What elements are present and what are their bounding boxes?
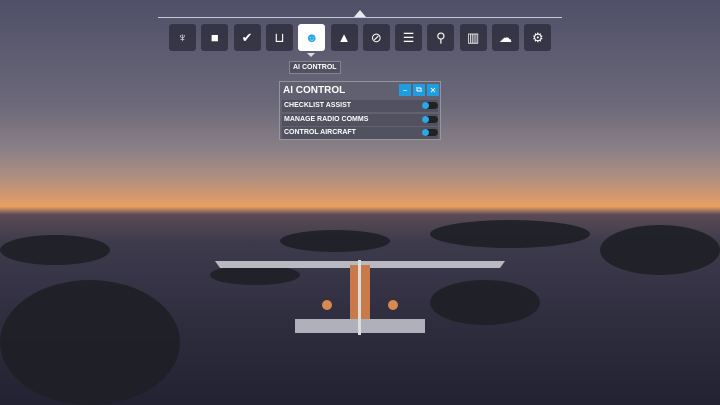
row-label: CHECKLIST ASSIST — [284, 102, 352, 109]
tooltip: AI CONTROL — [289, 61, 341, 74]
settings-button[interactable]: ⚙ — [524, 24, 552, 51]
checklist-button[interactable]: ✔ — [233, 24, 261, 51]
compass-icon: ⊘ — [370, 29, 382, 45]
island — [600, 225, 720, 275]
row-label: MANAGE RADIO COMMS — [284, 116, 369, 123]
radio-comms-row: MANAGE RADIO COMMS — [282, 114, 438, 126]
checklist-icon: ✔ — [241, 29, 253, 45]
row-label: CONTROL AIRCRAFT — [284, 129, 356, 136]
checklist-assist-row: CHECKLIST ASSIST — [282, 100, 438, 112]
marker-icon: ⚲ — [436, 29, 446, 45]
panel-title: AI CONTROL — [283, 85, 346, 96]
controls-icon: ⊔ — [274, 29, 285, 45]
toolbar-collapse-toggle[interactable] — [354, 10, 366, 17]
control-aircraft-toggle[interactable] — [422, 129, 438, 136]
toolbar-divider — [158, 17, 562, 18]
weight-button[interactable]: ▲ — [330, 24, 358, 51]
undock-button[interactable]: ⧉ — [413, 84, 425, 96]
island — [280, 230, 390, 252]
close-button[interactable]: ✕ — [427, 84, 439, 96]
controls-button[interactable]: ⊔ — [265, 24, 293, 51]
checklist-assist-toggle[interactable] — [422, 102, 438, 109]
ai-control-button[interactable]: ☻ — [298, 24, 326, 51]
island — [0, 280, 180, 405]
marker-button[interactable]: ⚲ — [427, 24, 455, 51]
weather-icon: ☁ — [499, 29, 512, 45]
control-aircraft-row: CONTROL AIRCRAFT — [282, 127, 438, 139]
camera-icon: ■ — [210, 30, 219, 45]
objectives-icon: ☰ — [402, 29, 415, 45]
island — [0, 235, 110, 265]
camera-button[interactable]: ■ — [201, 24, 229, 51]
atc-button[interactable]: ♆ — [169, 24, 196, 51]
ai-control-panel: AI CONTROL − ⧉ ✕ CHECKLIST ASSIST MANAGE… — [279, 81, 441, 140]
airplane — [215, 260, 505, 335]
radio-comms-toggle[interactable] — [422, 116, 438, 123]
objectives-button[interactable]: ☰ — [395, 24, 423, 51]
minimize-button[interactable]: − — [399, 84, 411, 96]
island — [430, 220, 590, 248]
ai-control-icon: ☻ — [304, 30, 319, 45]
map-icon: ▥ — [467, 29, 480, 45]
compass-button[interactable]: ⊘ — [362, 24, 390, 51]
map-button[interactable]: ▥ — [459, 24, 487, 51]
atc-icon: ♆ — [177, 30, 188, 45]
weight-icon: ▲ — [337, 30, 351, 45]
weather-button[interactable]: ☁ — [492, 24, 519, 51]
settings-icon: ⚙ — [531, 29, 544, 45]
tooltip-caret — [307, 53, 315, 57]
